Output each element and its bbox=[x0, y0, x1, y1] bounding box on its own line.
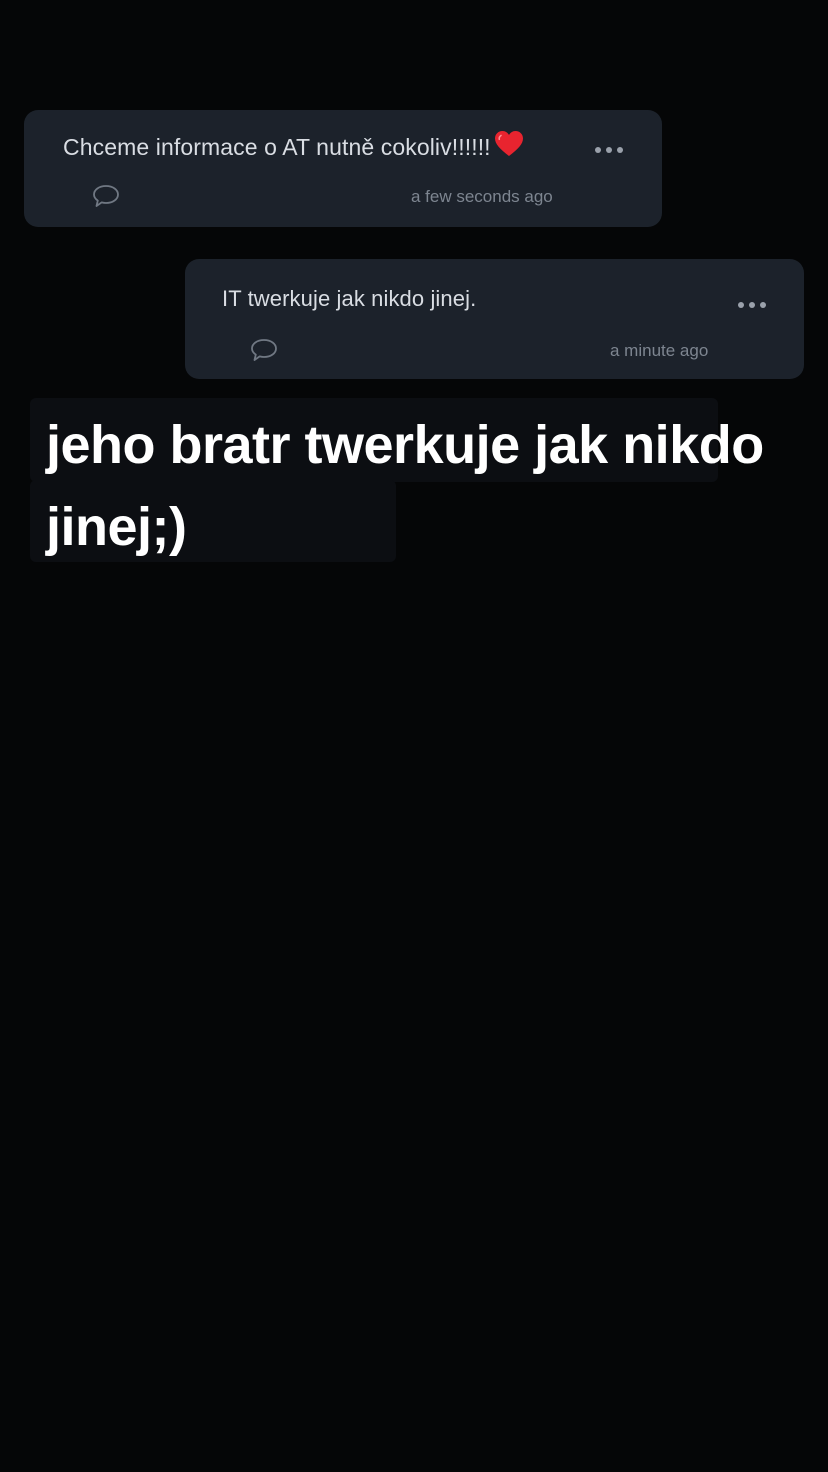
comment-timestamp: a few seconds ago bbox=[411, 187, 553, 206]
comment-text: IT twerkuje jak nikdo jinej. bbox=[222, 286, 477, 311]
comment-bubble-icon[interactable] bbox=[91, 183, 121, 209]
comment-text-content: Chceme informace o AT nutně cokoliv!!!!!… bbox=[63, 134, 491, 160]
story-caption: jeho bratr twerkuje jak nikdo jinej;) bbox=[46, 415, 764, 557]
comment-card-2[interactable]: IT twerkuje jak nikdo jinej. a minute ag… bbox=[185, 259, 804, 379]
heart-icon bbox=[494, 131, 523, 156]
more-options-icon[interactable] bbox=[738, 302, 766, 308]
comment-card-1[interactable]: Chceme informace o AT nutně cokoliv!!!!!… bbox=[24, 110, 662, 227]
more-options-icon[interactable] bbox=[595, 147, 623, 153]
comment-text: Chceme informace o AT nutně cokoliv!!!!!… bbox=[63, 130, 524, 161]
comment-timestamp: a minute ago bbox=[610, 341, 709, 360]
comment-bubble-icon[interactable] bbox=[249, 337, 279, 363]
